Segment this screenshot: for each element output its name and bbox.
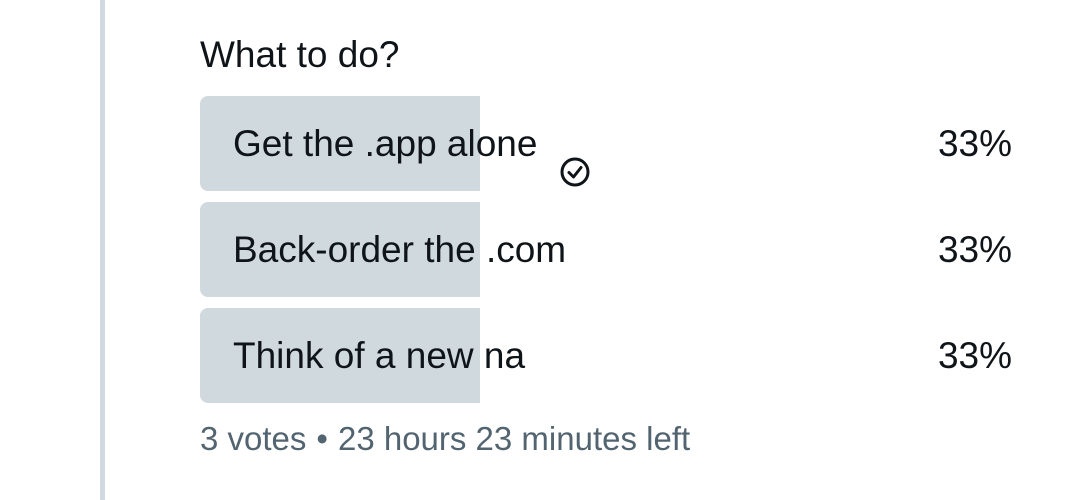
separator-dot: • — [316, 420, 328, 457]
poll-footer: 3 votes • 23 hours 23 minutes left — [200, 417, 1020, 461]
thread-connector-line — [100, 0, 105, 500]
poll-option-label: Get the .app alone — [233, 96, 591, 191]
poll-option-label: Back-order the .com — [233, 202, 566, 297]
poll-option-percent: 33% — [937, 123, 1012, 164]
poll-option-text: Get the .app alone — [233, 123, 538, 164]
poll-option-percent: 33% — [937, 335, 1012, 376]
poll-question: What to do? — [200, 34, 400, 75]
checkmark-circle-icon — [559, 128, 591, 186]
poll-option-label: Think of a new na — [233, 308, 525, 403]
time-remaining: 23 hours 23 minutes left — [337, 420, 691, 457]
poll-option-2[interactable]: Back-order the .com 33% — [200, 202, 1020, 297]
poll-option-percent: 33% — [937, 229, 1012, 270]
poll-option-3[interactable]: Think of a new na 33% — [200, 308, 1020, 403]
vote-count: 3 votes — [200, 420, 307, 457]
poll-card: What to do? Get the .app alone 33% Back-… — [200, 30, 1020, 461]
poll-option-text: Think of a new na — [233, 335, 526, 376]
poll-option-text: Back-order the .com — [233, 229, 567, 270]
poll-option-1[interactable]: Get the .app alone 33% — [200, 96, 1020, 191]
